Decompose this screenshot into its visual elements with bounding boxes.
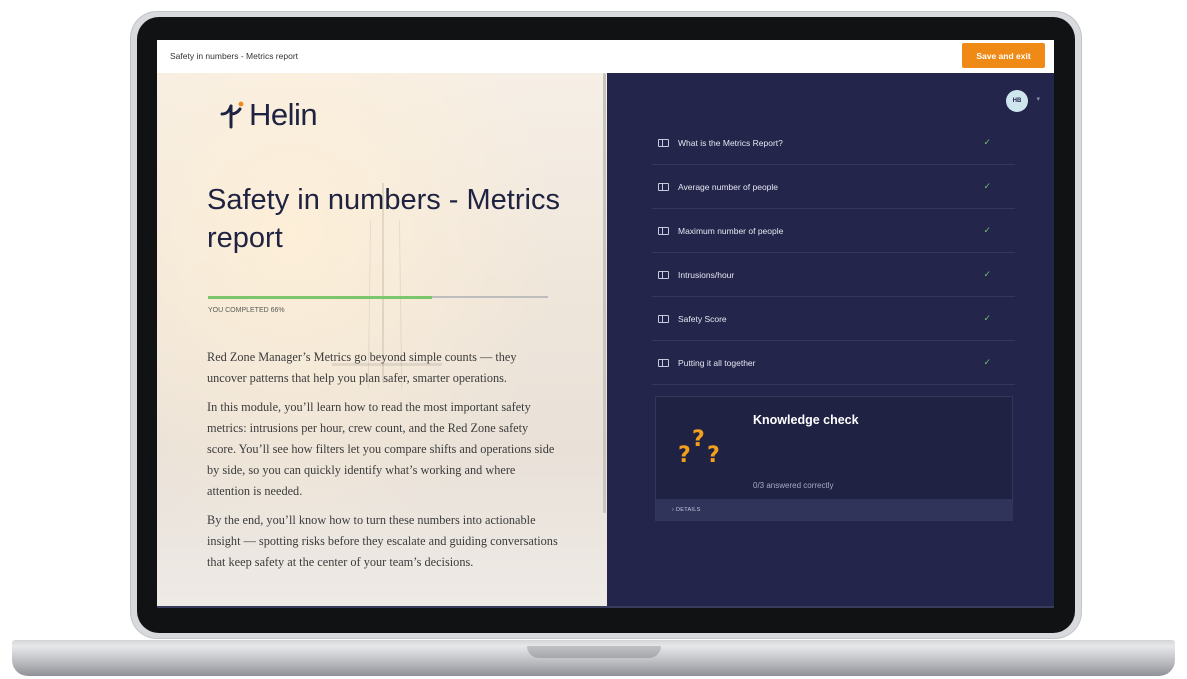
check-icon: ✓ [983,269,991,279]
save-and-exit-button[interactable]: Save and exit [962,43,1045,68]
knowledge-check-score: 0/3 answered correctly [753,481,834,490]
intro-paragraph: By the end, you’ll know how to turn thes… [207,513,558,569]
check-icon: ✓ [983,225,991,235]
top-bar: Safety in numbers - Metrics report Save … [157,40,1054,74]
chevron-down-icon[interactable]: ▾ [1036,95,1040,103]
lesson-item[interactable]: What is the Metrics Report? ✓ [652,121,1015,165]
lesson-label: What is the Metrics Report? [678,137,783,148]
lesson-label: Average number of people [678,181,779,192]
details-toggle[interactable]: › DETAILS [656,499,1012,520]
question-marks-icon: ? ? ? [678,427,720,468]
check-icon: ✓ [983,313,991,323]
intro-paragraph: In this module, you’ll learn how to read… [207,400,555,498]
lesson-item[interactable]: Intrusions/hour ✓ [652,253,1015,297]
helin-logo: Helin [219,97,318,133]
intro-text: Red Zone Manager’s Metrics go beyond sim… [207,347,559,581]
lesson-label: Intrusions/hour [678,269,735,280]
lesson-item[interactable]: Maximum number of people ✓ [652,209,1015,253]
logo-text: Helin [249,97,318,132]
intro-paragraph: Red Zone Manager’s Metrics go beyond sim… [207,350,517,385]
lesson-icon [658,182,669,191]
lesson-icon [658,226,669,235]
helin-logo-icon [220,101,244,129]
progress-fill [208,295,433,299]
check-icon: ✓ [983,357,991,367]
lesson-list: What is the Metrics Report? ✓ Average nu… [652,121,1015,385]
check-icon: ✓ [983,181,991,191]
lesson-intro-pane: Helin Safety in numbers - Metrics report… [157,73,607,608]
lesson-icon [658,270,669,279]
lesson-icon [658,358,669,367]
progress-label: YOU COMPLETED 66% [208,307,285,314]
knowledge-check-card[interactable]: ? ? ? Knowledge check 0/3 answered corre… [655,396,1013,521]
screen-bottom-edge [157,606,1054,608]
lesson-outline-pane: HB ▾ What is the Metrics Report? ✓ Avera… [607,73,1054,608]
left-pane-scrollbar[interactable] [603,73,606,513]
lesson-item[interactable]: Safety Score ✓ [652,297,1015,341]
page-title: Safety in numbers - Metrics report [207,184,560,254]
screen: Safety in numbers - Metrics report Save … [157,40,1054,608]
lesson-label: Putting it all together [678,357,756,368]
user-avatar[interactable]: HB [1006,90,1028,112]
lesson-label: Maximum number of people [678,225,784,236]
lesson-label: Safety Score [678,313,727,324]
lesson-item[interactable]: Putting it all together ✓ [652,341,1015,385]
document-title: Safety in numbers - Metrics report [170,51,299,61]
check-icon: ✓ [983,137,991,147]
lesson-icon [658,314,669,323]
knowledge-check-title: Knowledge check [753,413,859,427]
progress-bar [208,295,548,299]
lesson-item[interactable]: Average number of people ✓ [652,165,1015,209]
laptop-opening-notch [527,646,661,658]
lesson-icon [658,138,669,147]
